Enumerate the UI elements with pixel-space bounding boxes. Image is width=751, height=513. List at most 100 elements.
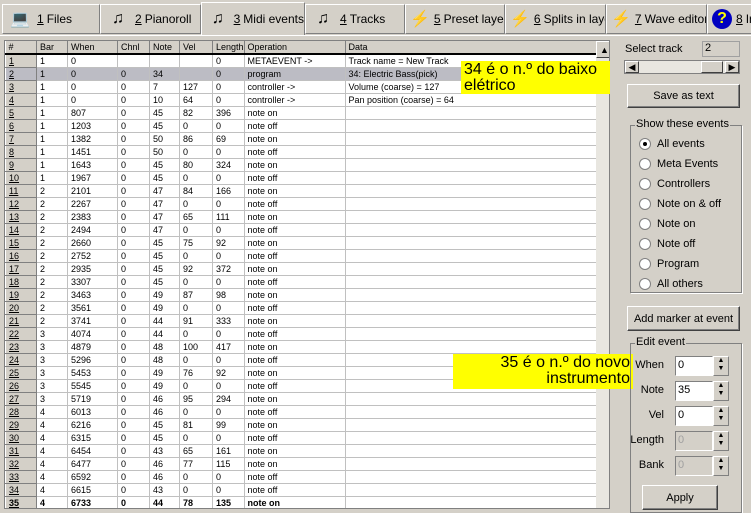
row-header[interactable]: 3 <box>5 80 37 94</box>
table-row[interactable]: 15 2 2660 0 45 75 92 note on <box>5 236 598 250</box>
row-header[interactable]: 15 <box>5 236 37 250</box>
spinner-icon[interactable]: ▲ ▼ <box>713 456 729 476</box>
scroll-left-icon[interactable]: ◀ <box>625 61 639 73</box>
table-row[interactable]: 33 4 6592 0 46 0 0 note off <box>5 470 598 484</box>
row-header[interactable]: 20 <box>5 301 37 315</box>
table-row[interactable]: 20 2 3561 0 49 0 0 note off <box>5 301 598 315</box>
row-header[interactable]: 19 <box>5 288 37 302</box>
table-row[interactable]: 6 1 1203 0 45 0 0 note off <box>5 119 598 133</box>
table-row[interactable]: 32 4 6477 0 46 77 115 note on <box>5 457 598 471</box>
table-row[interactable]: 34 4 6615 0 43 0 0 note off <box>5 483 598 497</box>
table-row[interactable]: 13 2 2383 0 47 65 111 note on <box>5 210 598 224</box>
row-header[interactable]: 21 <box>5 314 37 328</box>
radio-all-events[interactable]: All events <box>639 138 705 150</box>
row-header[interactable]: 6 <box>5 119 37 133</box>
column-header-data[interactable]: Data <box>345 41 598 55</box>
row-header[interactable]: 31 <box>5 444 37 458</box>
tab-wave-editor[interactable]: ⚡ 7 Wave editor <box>606 4 707 34</box>
row-header[interactable]: 25 <box>5 366 37 380</box>
midi-events-grid[interactable]: # Bar When Chnl Note Vel Length Operation Data 1… <box>4 40 610 509</box>
row-header[interactable]: 12 <box>5 197 37 211</box>
row-header[interactable]: 8 <box>5 145 37 159</box>
radio-button-icon[interactable] <box>639 238 651 250</box>
table-row[interactable]: 35 4 6733 0 44 78 135 note on <box>5 496 598 508</box>
table-row[interactable]: 21 2 3741 0 44 91 333 note on <box>5 314 598 328</box>
table-row[interactable]: 16 2 2752 0 45 0 0 note off <box>5 249 598 263</box>
table-row[interactable]: 27 3 5719 0 46 95 294 note on <box>5 392 598 406</box>
radio-button-icon[interactable] <box>639 278 651 290</box>
radio-button-icon[interactable] <box>639 218 651 230</box>
row-header[interactable]: 32 <box>5 457 37 471</box>
tab-preset-layers[interactable]: ⚡5Preset layers <box>405 4 505 34</box>
radio-program[interactable]: Program <box>639 258 699 270</box>
table-row[interactable]: 5 1 807 0 45 82 396 note on <box>5 106 598 120</box>
vel-input[interactable]: 0 <box>675 406 713 426</box>
column-header-when[interactable]: When <box>67 41 118 55</box>
bank-input[interactable]: 0 <box>675 456 713 476</box>
radio-note-on[interactable]: Note on <box>639 218 696 230</box>
row-header[interactable]: 4 <box>5 93 37 107</box>
length-input[interactable]: 0 <box>675 431 713 451</box>
row-header[interactable]: 9 <box>5 158 37 172</box>
radio-button-icon[interactable] <box>639 138 651 150</box>
column-header-note[interactable]: Note <box>149 41 180 55</box>
when-input[interactable]: 0 <box>675 356 713 376</box>
radio-note-on-off[interactable]: Note on & off <box>639 198 721 210</box>
table-row[interactable]: 8 1 1451 0 50 0 0 note off <box>5 145 598 159</box>
column-header-bar[interactable]: Bar <box>36 41 68 55</box>
row-header[interactable]: 30 <box>5 431 37 445</box>
spinner-icon[interactable]: ▲ ▼ <box>713 356 729 376</box>
row-header[interactable]: 17 <box>5 262 37 276</box>
row-header[interactable]: 16 <box>5 249 37 263</box>
spinner-icon[interactable]: ▲ ▼ <box>713 381 729 401</box>
tab-splits-in-layer[interactable]: ⚡6Splits in layer <box>505 4 606 34</box>
slider-thumb[interactable] <box>701 61 723 73</box>
column-header-vel[interactable]: Vel <box>179 41 213 55</box>
radio-button-icon[interactable] <box>639 198 651 210</box>
spinner-icon[interactable]: ▲ ▼ <box>713 406 729 426</box>
table-row[interactable]: 19 2 3463 0 49 87 98 note on <box>5 288 598 302</box>
row-header[interactable]: 14 <box>5 223 37 237</box>
row-header[interactable]: 13 <box>5 210 37 224</box>
row-header[interactable]: 5 <box>5 106 37 120</box>
table-row[interactable]: 29 4 6216 0 45 81 99 note on <box>5 418 598 432</box>
column-header-chnl[interactable]: Chnl <box>117 41 150 55</box>
vertical-scrollbar[interactable]: ▲ <box>596 41 609 508</box>
column-header-length[interactable]: Length <box>212 41 245 55</box>
table-row[interactable]: 7 1 1382 0 50 86 69 note on <box>5 132 598 146</box>
row-header[interactable]: 26 <box>5 379 37 393</box>
table-row[interactable]: 18 2 3307 0 45 0 0 note off <box>5 275 598 289</box>
tab-files[interactable]: 💻 1 Files <box>2 4 100 34</box>
table-row[interactable]: 12 2 2267 0 47 0 0 note off <box>5 197 598 211</box>
table-row[interactable]: 17 2 2935 0 45 92 372 note on <box>5 262 598 276</box>
column-header-operation[interactable]: Operation <box>244 41 346 55</box>
tab-pianoroll[interactable]: ♫ 2 Pianoroll <box>100 4 201 34</box>
add-marker-button[interactable]: Add marker at event <box>627 306 740 331</box>
track-slider[interactable]: ◀ ▶ <box>624 60 740 74</box>
table-row[interactable]: 23 3 4879 0 48 100 417 note on <box>5 340 598 354</box>
radio-button-icon[interactable] <box>639 158 651 170</box>
row-header[interactable]: 24 <box>5 353 37 367</box>
radio-controllers[interactable]: Controllers <box>639 178 710 190</box>
row-header[interactable]: 1 <box>5 53 37 68</box>
row-header[interactable]: 27 <box>5 392 37 406</box>
table-row[interactable]: 30 4 6315 0 45 0 0 note off <box>5 431 598 445</box>
tab-midi-events[interactable]: ♫ 3 Midi events <box>201 2 305 35</box>
tab-in[interactable]: ? 8In <box>707 4 751 34</box>
row-header[interactable]: 10 <box>5 171 37 185</box>
row-header[interactable]: 29 <box>5 418 37 432</box>
row-header[interactable]: 2 <box>5 67 37 81</box>
spinner-icon[interactable]: ▲ ▼ <box>713 431 729 451</box>
row-header[interactable]: 28 <box>5 405 37 419</box>
table-row[interactable]: 10 1 1967 0 45 0 0 note off <box>5 171 598 185</box>
save-as-text-button[interactable]: Save as text <box>627 84 740 108</box>
column-header-index[interactable]: # <box>5 41 37 55</box>
scroll-right-icon[interactable]: ▶ <box>725 61 739 73</box>
radio-meta-events[interactable]: Meta Events <box>639 158 718 170</box>
row-header[interactable]: 7 <box>5 132 37 146</box>
row-header[interactable]: 35 <box>5 496 37 508</box>
row-header[interactable]: 22 <box>5 327 37 341</box>
table-row[interactable]: 14 2 2494 0 47 0 0 note off <box>5 223 598 237</box>
radio-note-off[interactable]: Note off <box>639 238 695 250</box>
row-header[interactable]: 23 <box>5 340 37 354</box>
